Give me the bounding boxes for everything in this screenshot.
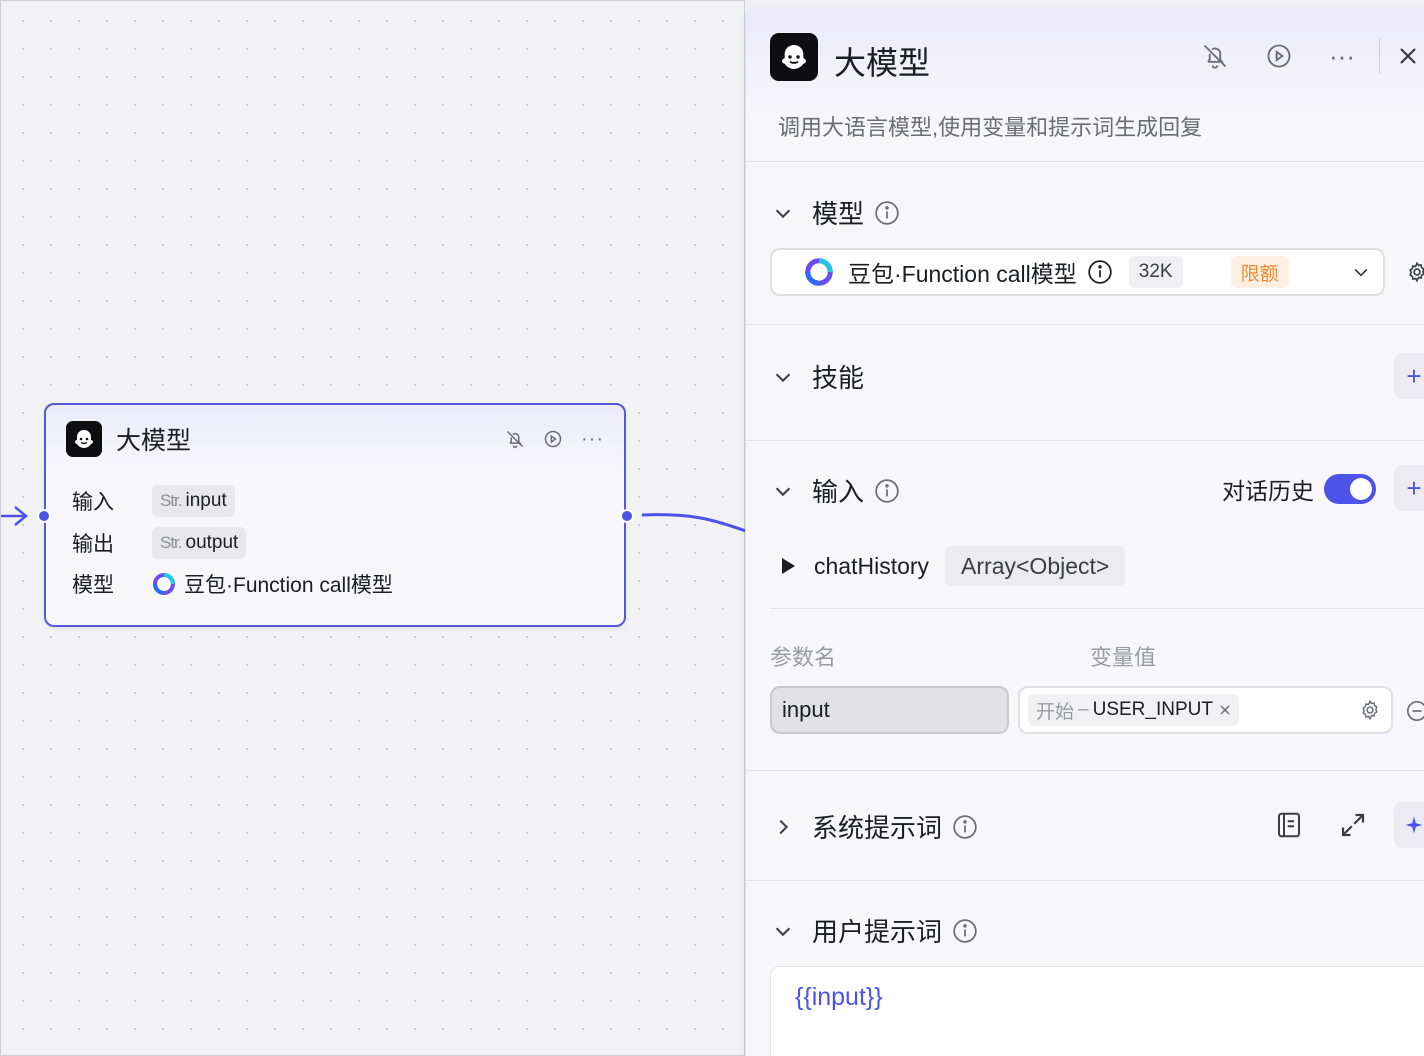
more-icon[interactable]: ··· — [581, 428, 604, 451]
divider — [746, 324, 1424, 325]
workflow-canvas[interactable]: 大模型 ··· 输入 Str.input 输出 Str.output 模型 — [0, 0, 746, 1056]
node-config-panel: 大模型 ··· 调用大语言模型,使用变量和提示词生成回复 模型 豆包·Funct… — [745, 8, 1424, 1056]
divider — [770, 608, 1424, 609]
context-badge: 32K — [1128, 256, 1183, 288]
model-section-header[interactable]: 模型 — [772, 194, 900, 231]
selected-model-name: 豆包·Function call模型 — [848, 261, 1077, 287]
divider — [746, 440, 1424, 441]
panel-header: 大模型 ··· 调用大语言模型,使用变量和提示词生成回复 — [746, 8, 1424, 162]
close-icon[interactable] — [1396, 44, 1420, 68]
node-header: 大模型 ··· — [66, 419, 604, 459]
add-skill-button[interactable]: + — [1394, 353, 1424, 399]
chevron-down-icon[interactable] — [1351, 262, 1371, 282]
prompt-library-icon[interactable] — [1274, 810, 1304, 840]
ai-assist-button[interactable] — [1394, 802, 1424, 848]
divider — [746, 880, 1424, 881]
expand-icon[interactable] — [1338, 810, 1368, 840]
chat-history-type: Array<Object> — [945, 546, 1126, 586]
node-row-input: 输入 Str. input — [72, 485, 235, 517]
remove-circle-icon[interactable] — [1406, 700, 1424, 722]
info-icon[interactable] — [1087, 259, 1113, 285]
panel-title: 大模型 — [834, 45, 931, 81]
node-input-port[interactable] — [37, 509, 51, 523]
caret-right-icon[interactable] — [780, 557, 796, 575]
bell-off-icon[interactable] — [1201, 42, 1229, 70]
info-icon[interactable] — [952, 918, 978, 944]
param-name-input[interactable]: input — [770, 686, 1009, 734]
chat-history-name: chatHistory — [814, 552, 930, 579]
divider — [746, 770, 1424, 771]
bell-off-icon[interactable] — [505, 429, 525, 449]
panel-description: 调用大语言模型,使用变量和提示词生成回复 — [778, 115, 1203, 140]
play-icon[interactable] — [543, 429, 563, 449]
info-icon[interactable] — [874, 478, 900, 504]
node-output-port[interactable] — [620, 509, 634, 523]
chat-history-row[interactable]: chatHistory Array<Object> — [780, 546, 1126, 586]
add-input-button[interactable]: + — [1394, 465, 1424, 511]
close-icon[interactable] — [1219, 704, 1231, 716]
doubao-model-icon — [152, 572, 176, 596]
node-row-model: 模型 豆包·Function call模型 — [72, 569, 393, 599]
header-divider — [1379, 38, 1380, 74]
node-model-name: 豆包·Function call模型 — [184, 574, 393, 597]
llm-bot-icon — [770, 33, 818, 81]
doubao-model-icon — [804, 257, 834, 287]
info-icon[interactable] — [952, 814, 978, 840]
chat-history-label: 对话历史 — [1222, 478, 1314, 504]
llm-node[interactable]: 大模型 ··· 输入 Str.input 输出 Str.output 模型 — [44, 403, 626, 627]
chevron-down-icon[interactable] — [772, 366, 794, 388]
user-prompt-content: {{input}} — [795, 983, 883, 1011]
more-icon[interactable]: ··· — [1329, 41, 1355, 72]
node-title: 大模型 — [116, 427, 192, 455]
skills-section-header[interactable]: 技能 — [772, 358, 874, 395]
llm-bot-icon — [66, 421, 102, 457]
input-type-tag: Str. input — [152, 485, 235, 517]
user-prompt-section-header[interactable]: 用户提示词 — [772, 912, 978, 949]
limit-badge: 限额 — [1230, 256, 1289, 288]
system-prompt-section-header[interactable]: 系统提示词 — [772, 808, 978, 845]
play-icon[interactable] — [1265, 42, 1293, 70]
gear-icon[interactable] — [1406, 261, 1424, 283]
node-row-output: 输出 Str. output — [72, 527, 247, 559]
variable-chip[interactable]: 开始 – USER_INPUT — [1028, 694, 1239, 726]
chevron-down-icon[interactable] — [772, 480, 794, 502]
variable-value-field[interactable]: 开始 – USER_INPUT — [1018, 686, 1393, 734]
info-icon[interactable] — [874, 200, 900, 226]
param-name-header: 参数名 — [770, 645, 837, 670]
chevron-down-icon[interactable] — [772, 920, 794, 942]
user-prompt-editor[interactable]: {{input}} — [770, 966, 1424, 1056]
model-select[interactable]: 豆包·Function call模型 32K 限额 — [770, 248, 1385, 296]
output-type-tag: Str. output — [152, 527, 247, 559]
chevron-right-icon[interactable] — [772, 816, 794, 838]
chevron-down-icon[interactable] — [772, 202, 794, 224]
gear-icon[interactable] — [1359, 699, 1381, 721]
outgoing-edge — [641, 513, 746, 533]
chat-history-toggle-group: 对话历史 — [1222, 472, 1376, 506]
input-section-header[interactable]: 输入 — [772, 472, 900, 509]
var-value-header: 变量值 — [1090, 645, 1157, 670]
chat-history-toggle[interactable] — [1324, 474, 1376, 504]
